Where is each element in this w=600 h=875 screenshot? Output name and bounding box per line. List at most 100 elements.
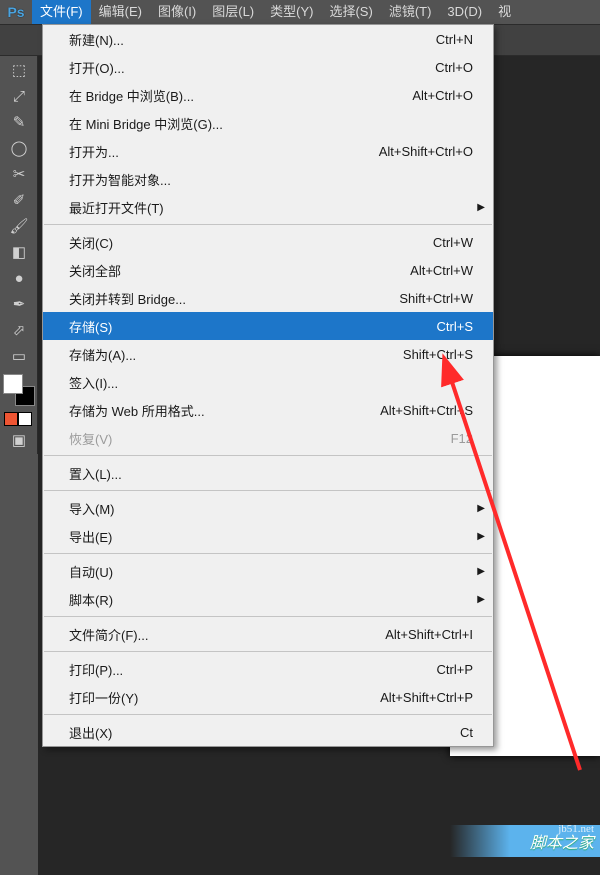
- menu-item-label: 最近打开文件(T): [69, 198, 473, 217]
- menu-item-2-0[interactable]: 置入(L)...: [43, 459, 493, 487]
- menu-4[interactable]: 类型(Y): [262, 0, 321, 24]
- menu-item-6-1[interactable]: 打印一份(Y)Alt+Shift+Ctrl+P: [43, 683, 493, 711]
- tool-move-icon[interactable]: ⤢: [4, 84, 34, 108]
- menu-item-0-5[interactable]: 打开为智能对象...: [43, 165, 493, 193]
- menu-item-label: 文件简介(F)...: [69, 625, 385, 644]
- menu-item-label: 脚本(R): [69, 590, 473, 609]
- menu-separator: [44, 490, 492, 491]
- submenu-arrow-icon: ▶: [477, 566, 485, 577]
- menu-item-label: 关闭并转到 Bridge...: [69, 289, 399, 308]
- menu-5[interactable]: 选择(S): [321, 0, 380, 24]
- menu-item-shortcut: Alt+Shift+Ctrl+I: [385, 627, 473, 642]
- menu-item-1-7: 恢复(V)F12: [43, 424, 493, 452]
- tool-eraser-icon[interactable]: ◧: [4, 240, 34, 264]
- tool-crop-icon[interactable]: ✂: [4, 162, 34, 186]
- menu-item-0-3[interactable]: 在 Mini Bridge 中浏览(G)...: [43, 109, 493, 137]
- menu-separator: [44, 651, 492, 652]
- menu-item-label: 关闭全部: [69, 261, 410, 280]
- menu-item-shortcut: Ct: [460, 725, 473, 740]
- menu-item-shortcut: Ctrl+S: [437, 319, 473, 334]
- menu-item-1-3[interactable]: 存储(S)Ctrl+S: [43, 312, 493, 340]
- menu-item-label: 置入(L)...: [69, 464, 473, 483]
- menu-item-label: 关闭(C): [69, 233, 433, 252]
- tool-marquee-icon[interactable]: ⬚: [4, 58, 34, 82]
- menu-item-1-6[interactable]: 存储为 Web 所用格式...Alt+Shift+Ctrl+S: [43, 396, 493, 424]
- menu-item-label: 签入(I)...: [69, 373, 473, 392]
- menu-item-0-4[interactable]: 打开为...Alt+Shift+Ctrl+O: [43, 137, 493, 165]
- tool-lasso-icon[interactable]: ◯: [4, 136, 34, 160]
- menu-item-shortcut: Alt+Shift+Ctrl+O: [379, 144, 473, 159]
- menu-2[interactable]: 图像(I): [150, 0, 204, 24]
- mini-swatch-white[interactable]: [18, 412, 32, 426]
- menu-item-3-0[interactable]: 导入(M) ▶: [43, 494, 493, 522]
- app-icon: Ps: [0, 0, 32, 24]
- menu-item-1-2[interactable]: 关闭并转到 Bridge...Shift+Ctrl+W: [43, 284, 493, 312]
- menu-separator: [44, 616, 492, 617]
- tool-dodge-icon[interactable]: ●: [4, 266, 34, 290]
- menu-1[interactable]: 编辑(E): [91, 0, 150, 24]
- menu-item-label: 存储(S): [69, 317, 437, 336]
- menu-item-shortcut: Ctrl+N: [436, 32, 473, 47]
- menu-item-label: 退出(X): [69, 723, 460, 742]
- tool-path-select-icon[interactable]: ⬀: [4, 318, 34, 342]
- menubar: Ps 文件(F)编辑(E)图像(I)图层(L)类型(Y)选择(S)滤镜(T)3D…: [0, 0, 600, 24]
- menu-item-5-0[interactable]: 文件简介(F)...Alt+Shift+Ctrl+I: [43, 620, 493, 648]
- menu-0[interactable]: 文件(F): [32, 0, 91, 24]
- menu-item-shortcut: Alt+Ctrl+W: [410, 263, 473, 278]
- menu-item-label: 存储为(A)...: [69, 345, 403, 364]
- menu-8[interactable]: 视: [490, 0, 519, 24]
- menu-item-1-4[interactable]: 存储为(A)...Shift+Ctrl+S: [43, 340, 493, 368]
- menu-item-shortcut: Alt+Shift+Ctrl+S: [380, 403, 473, 418]
- menu-item-4-1[interactable]: 脚本(R) ▶: [43, 585, 493, 613]
- menu-3[interactable]: 图层(L): [204, 0, 262, 24]
- menu-separator: [44, 455, 492, 456]
- tool-shape-icon[interactable]: ▭: [4, 344, 34, 368]
- submenu-arrow-icon: ▶: [477, 503, 485, 514]
- toolbox: ⬚⤢✎◯✂✐🖌◧●✒⬀▭ ▣: [0, 56, 38, 454]
- menu-item-label: 导出(E): [69, 527, 473, 546]
- menu-item-label: 打开为...: [69, 142, 379, 161]
- menu-item-1-5[interactable]: 签入(I)...: [43, 368, 493, 396]
- tool-pen-icon[interactable]: ✒: [4, 292, 34, 316]
- menu-item-0-1[interactable]: 打开(O)...Ctrl+O: [43, 53, 493, 81]
- watermark-text: 脚本之家: [530, 829, 594, 853]
- submenu-arrow-icon: ▶: [477, 202, 485, 213]
- menu-item-label: 导入(M): [69, 499, 473, 518]
- tool-pencil-dotted-icon[interactable]: ✎: [4, 110, 34, 134]
- menu-item-shortcut: Shift+Ctrl+W: [399, 291, 473, 306]
- menu-item-0-2[interactable]: 在 Bridge 中浏览(B)...Alt+Ctrl+O: [43, 81, 493, 109]
- menu-item-shortcut: F12: [451, 431, 473, 446]
- menu-item-label: 在 Mini Bridge 中浏览(G)...: [69, 114, 473, 133]
- tool-stamp-icon[interactable]: 🖌: [4, 214, 34, 238]
- menu-item-shortcut: Ctrl+P: [437, 662, 473, 677]
- menu-item-1-0[interactable]: 关闭(C)Ctrl+W: [43, 228, 493, 256]
- menu-separator: [44, 553, 492, 554]
- mini-swatches: [4, 412, 33, 426]
- menu-item-label: 打印一份(Y): [69, 688, 380, 707]
- menu-item-1-1[interactable]: 关闭全部Alt+Ctrl+W: [43, 256, 493, 284]
- menu-item-label: 新建(N)...: [69, 30, 436, 49]
- foreground-swatch[interactable]: [3, 374, 23, 394]
- menu-item-shortcut: Ctrl+W: [433, 235, 473, 250]
- menu-item-4-0[interactable]: 自动(U)▶: [43, 557, 493, 585]
- color-swatches[interactable]: [3, 374, 35, 406]
- menu-7[interactable]: 3D(D): [439, 0, 490, 24]
- menu-item-shortcut: Alt+Ctrl+O: [412, 88, 473, 103]
- submenu-arrow-icon: ▶: [477, 594, 485, 605]
- menu-item-7-0[interactable]: 退出(X)Ct: [43, 718, 493, 746]
- menu-item-shortcut: Alt+Shift+Ctrl+P: [380, 690, 473, 705]
- tool-brush-icon[interactable]: ✐: [4, 188, 34, 212]
- mini-swatch-red[interactable]: [4, 412, 18, 426]
- quickmask-icon[interactable]: ▣: [4, 428, 34, 452]
- menu-item-label: 打开为智能对象...: [69, 170, 473, 189]
- menu-separator: [44, 714, 492, 715]
- menu-item-label: 打印(P)...: [69, 660, 437, 679]
- menu-6[interactable]: 滤镜(T): [381, 0, 440, 24]
- menu-item-0-6[interactable]: 最近打开文件(T) ▶: [43, 193, 493, 221]
- menu-item-6-0[interactable]: 打印(P)...Ctrl+P: [43, 655, 493, 683]
- submenu-arrow-icon: ▶: [477, 531, 485, 542]
- menu-item-0-0[interactable]: 新建(N)...Ctrl+N: [43, 25, 493, 53]
- menu-item-shortcut: Ctrl+O: [435, 60, 473, 75]
- menu-item-3-1[interactable]: 导出(E) ▶: [43, 522, 493, 550]
- file-menu-dropdown: 新建(N)...Ctrl+N打开(O)...Ctrl+O在 Bridge 中浏览…: [42, 24, 494, 747]
